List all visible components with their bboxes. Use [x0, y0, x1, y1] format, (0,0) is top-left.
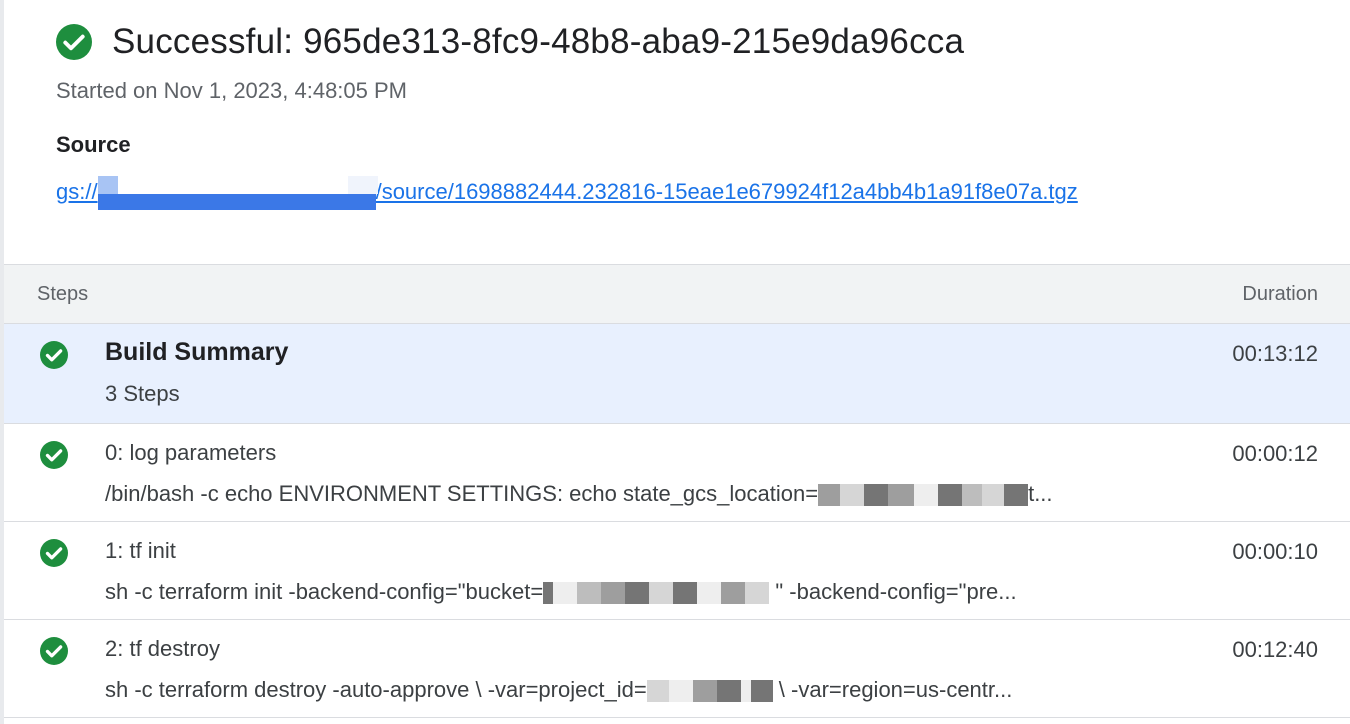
step-command-text: sh -c terraform init -backend-config="bu…	[105, 579, 544, 604]
redacted-value	[543, 582, 554, 605]
check-circle-icon	[40, 637, 68, 665]
step-name: 2: tf destroy	[105, 636, 220, 661]
check-circle-icon	[40, 539, 68, 567]
step-command: sh -c terraform destroy -auto-approve \ …	[105, 677, 1012, 703]
source-link-path: /source/1698882444.232816-15eae1e679924f…	[375, 178, 1078, 204]
source-label: Source	[56, 132, 131, 157]
step-duration: 00:00:10	[1232, 539, 1318, 564]
redacted-value	[646, 680, 669, 703]
step-row-1[interactable]: 1: tf init sh -c terraform init -backend…	[4, 522, 1350, 620]
step-duration: 00:13:12	[1232, 341, 1318, 366]
step-name: 0: log parameters	[105, 440, 277, 465]
step-command-tail: \ -var=region=us-centr...	[772, 677, 1013, 702]
page-title: Successful: 965de313-8fc9-48b8-aba9-215e…	[112, 22, 965, 61]
step-row-0[interactable]: 0: log parameters /bin/bash -c echo ENVI…	[4, 424, 1350, 522]
steps-column-header: Steps	[37, 282, 89, 305]
redacted-value	[818, 484, 841, 507]
started-timestamp: Started on Nov 1, 2023, 4:48:05 PM	[56, 78, 408, 103]
source-link[interactable]: gs:// /source/1698882444.232816-15eae1e67…	[56, 176, 1078, 210]
build-details-page: Successful: 965de313-8fc9-48b8-aba9-215e…	[0, 0, 1350, 724]
step-row-2[interactable]: 2: tf destroy sh -c terraform destroy -a…	[4, 620, 1350, 718]
step-command-tail: t...	[1028, 481, 1053, 506]
redacted-bucket	[97, 176, 378, 210]
build-header: Successful: 965de313-8fc9-48b8-aba9-215e…	[56, 18, 1330, 210]
check-circle-icon	[40, 341, 68, 369]
step-name: Build Summary	[105, 338, 289, 366]
duration-column-header: Duration	[1242, 282, 1318, 305]
step-command: /bin/bash -c echo ENVIRONMENT SETTINGS: …	[105, 481, 1053, 507]
step-duration: 00:12:40	[1232, 637, 1318, 662]
steps-table-header: Steps Duration	[4, 265, 1350, 324]
check-circle-icon	[56, 24, 92, 60]
step-name: 1: tf init	[105, 538, 176, 563]
build-summary-row[interactable]: Build Summary 3 Steps 00:13:12	[4, 324, 1350, 424]
step-command-text: sh -c terraform destroy -auto-approve \ …	[105, 677, 647, 702]
check-circle-icon	[40, 441, 68, 469]
steps-table: Steps Duration Build Summary 3 Steps 00:…	[4, 264, 1350, 718]
step-duration: 00:00:12	[1232, 441, 1318, 466]
step-command-text: /bin/bash -c echo ENVIRONMENT SETTINGS: …	[105, 481, 819, 506]
step-command: sh -c terraform init -backend-config="bu…	[105, 579, 1017, 605]
step-command-tail: " -backend-config="pre...	[769, 579, 1017, 604]
step-count: 3 Steps	[105, 381, 180, 406]
title-row: Successful: 965de313-8fc9-48b8-aba9-215e…	[56, 18, 1330, 66]
source-link-prefix: gs://	[56, 178, 98, 204]
